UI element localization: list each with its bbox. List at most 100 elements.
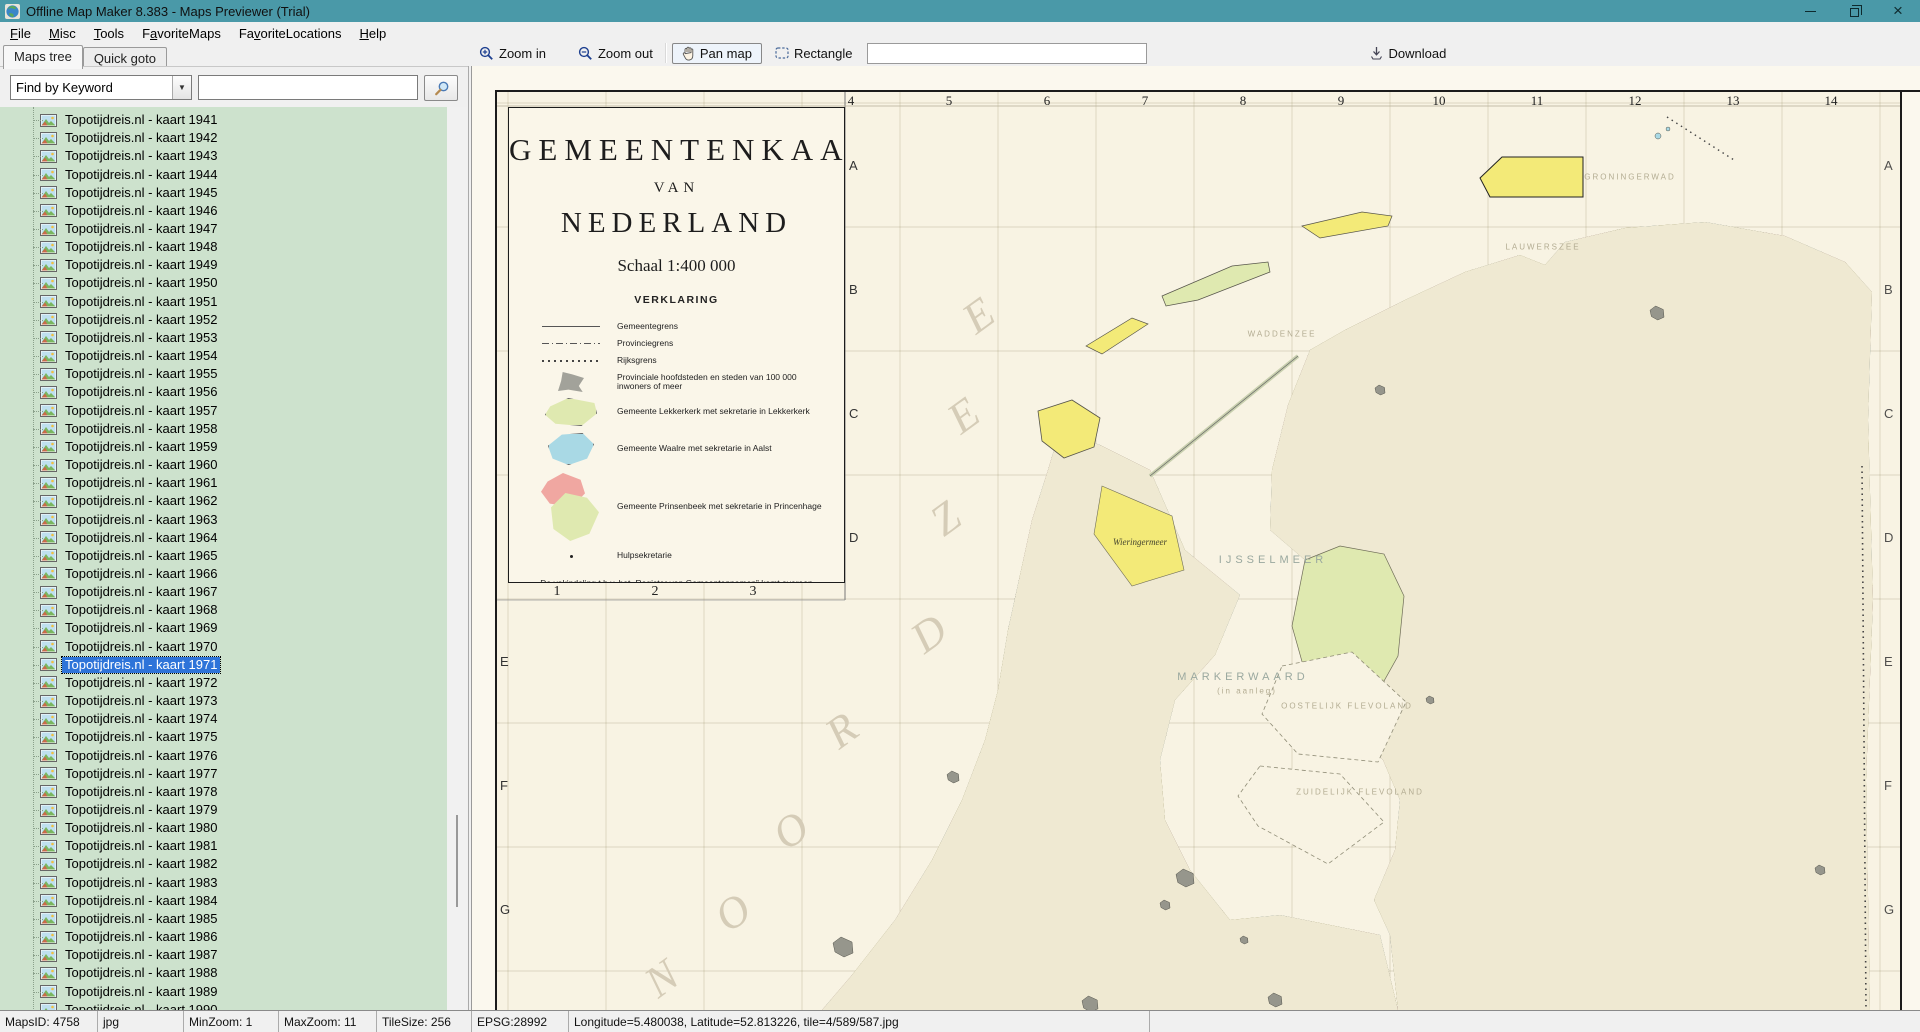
search-button[interactable] [424, 75, 458, 101]
map-canvas[interactable]: GEMEENTENKAART VAN NEDERLAND Schaal 1:40… [472, 66, 1920, 1010]
tree-item[interactable]: Topotijdreis.nl - kaart 1942 [0, 129, 447, 147]
tree-item-label: Topotijdreis.nl - kaart 1965 [62, 548, 220, 564]
tree-item-label: Topotijdreis.nl - kaart 1971 [62, 657, 220, 673]
legend-rows: GemeentegrensProvinciegrensRijksgrensPro… [509, 318, 844, 567]
tree-item[interactable]: Topotijdreis.nl - kaart 1974 [0, 710, 447, 728]
tree-item[interactable]: Topotijdreis.nl - kaart 1962 [0, 492, 447, 510]
scrollbar-thumb[interactable] [456, 815, 458, 907]
map-label: ZUIDELIJK FLEVOLAND [1296, 788, 1424, 797]
tree-item[interactable]: Topotijdreis.nl - kaart 1980 [0, 819, 447, 837]
tree-item[interactable]: Topotijdreis.nl - kaart 1945 [0, 184, 447, 202]
menu-help[interactable]: Help [351, 24, 394, 43]
tree-item[interactable]: Topotijdreis.nl - kaart 1959 [0, 438, 447, 456]
tree-item[interactable]: Topotijdreis.nl - kaart 1963 [0, 510, 447, 528]
tree-item[interactable]: Topotijdreis.nl - kaart 1987 [0, 946, 447, 964]
menu-file[interactable]: File [2, 24, 39, 43]
map-layer-icon [40, 876, 57, 889]
tree-item[interactable]: Topotijdreis.nl - kaart 1957 [0, 402, 447, 420]
legend-sample-line-dashdot [525, 343, 617, 344]
tree-item[interactable]: Topotijdreis.nl - kaart 1964 [0, 529, 447, 547]
tree-item[interactable]: Topotijdreis.nl - kaart 1981 [0, 837, 447, 855]
legend-scale: Schaal 1:400 000 [509, 256, 844, 276]
legend-sample-city-blob [525, 372, 617, 392]
pan-map-button[interactable]: Pan map [672, 43, 762, 64]
sidebar-tabs: Maps treeQuick goto [0, 44, 472, 68]
tree-item[interactable]: Topotijdreis.nl - kaart 1948 [0, 238, 447, 256]
rectangle-button[interactable]: Rectangle [768, 43, 860, 64]
search-input[interactable] [198, 75, 418, 100]
tab-maps-tree[interactable]: Maps tree [3, 45, 83, 69]
tree-item[interactable]: Topotijdreis.nl - kaart 1986 [0, 928, 447, 946]
legend-row: Gemeente Lekkerkerk met sekretarie in Le… [525, 395, 830, 429]
tree-item-label: Topotijdreis.nl - kaart 1986 [62, 929, 220, 945]
tree-item[interactable]: Topotijdreis.nl - kaart 1969 [0, 619, 447, 637]
tree-item[interactable]: Topotijdreis.nl - kaart 1951 [0, 293, 447, 311]
tree-item[interactable]: Topotijdreis.nl - kaart 1971 [0, 656, 447, 674]
tree-item[interactable]: Topotijdreis.nl - kaart 1982 [0, 855, 447, 873]
tree-item[interactable]: Topotijdreis.nl - kaart 1979 [0, 801, 447, 819]
chevron-down-icon[interactable]: ▼ [172, 76, 191, 99]
zoom-in-button[interactable]: Zoom in [472, 43, 553, 64]
tree-item[interactable]: Topotijdreis.nl - kaart 1960 [0, 456, 447, 474]
map-layer-icon [40, 713, 57, 726]
tree-item[interactable]: Topotijdreis.nl - kaart 1966 [0, 565, 447, 583]
toolbar-input[interactable] [867, 43, 1147, 64]
legend-footnote: De vakindeling t.b.v. het „Register van … [509, 577, 844, 583]
tree-item[interactable]: Topotijdreis.nl - kaart 1946 [0, 202, 447, 220]
tree-item[interactable]: Topotijdreis.nl - kaart 1968 [0, 601, 447, 619]
tree-item[interactable]: Topotijdreis.nl - kaart 1989 [0, 983, 447, 1001]
grid-letter: E [1884, 654, 1893, 669]
map-layer-icon [40, 731, 57, 744]
tree-item[interactable]: Topotijdreis.nl - kaart 1975 [0, 728, 447, 746]
map-layer-icon [40, 640, 57, 653]
tree-item-label: Topotijdreis.nl - kaart 1987 [62, 947, 220, 963]
close-button[interactable]: × [1876, 0, 1920, 22]
tree-item[interactable]: Topotijdreis.nl - kaart 1943 [0, 147, 447, 165]
menu-tools[interactable]: Tools [86, 24, 132, 43]
tree-item-label: Topotijdreis.nl - kaart 1972 [62, 675, 220, 691]
map-layer-icon [40, 822, 57, 835]
status-segment: EPSG:28992 [472, 1011, 569, 1032]
tree-item[interactable]: Topotijdreis.nl - kaart 1970 [0, 638, 447, 656]
tree-item[interactable]: Topotijdreis.nl - kaart 1941 [0, 111, 447, 129]
menu-misc[interactable]: Misc [41, 24, 84, 43]
tree-item[interactable]: Topotijdreis.nl - kaart 1976 [0, 746, 447, 764]
tree-item[interactable]: Topotijdreis.nl - kaart 1961 [0, 474, 447, 492]
tree-item[interactable]: Topotijdreis.nl - kaart 1955 [0, 365, 447, 383]
tree-item[interactable]: Topotijdreis.nl - kaart 1947 [0, 220, 447, 238]
tree-item[interactable]: Topotijdreis.nl - kaart 1949 [0, 256, 447, 274]
tree-item[interactable]: Topotijdreis.nl - kaart 1952 [0, 311, 447, 329]
download-button[interactable]: Download [1363, 43, 1453, 64]
zoom-out-button[interactable]: Zoom out [571, 43, 660, 64]
map-label: MARKERWAARD [1177, 671, 1308, 683]
tree-item[interactable]: Topotijdreis.nl - kaart 1984 [0, 892, 447, 910]
tree-item[interactable]: Topotijdreis.nl - kaart 1977 [0, 765, 447, 783]
tree-item[interactable]: Topotijdreis.nl - kaart 1965 [0, 547, 447, 565]
map-layer-icon [40, 277, 57, 290]
tree-item[interactable]: Topotijdreis.nl - kaart 1958 [0, 420, 447, 438]
sidebar-scrollbar[interactable] [447, 107, 467, 1011]
tree-item-label: Topotijdreis.nl - kaart 1982 [62, 856, 220, 872]
tree-item[interactable]: Topotijdreis.nl - kaart 1967 [0, 583, 447, 601]
status-segment: MinZoom: 1 [184, 1011, 279, 1032]
tree-item[interactable]: Topotijdreis.nl - kaart 1944 [0, 165, 447, 183]
tree-item[interactable]: Topotijdreis.nl - kaart 1973 [0, 692, 447, 710]
tree-item[interactable]: Topotijdreis.nl - kaart 1972 [0, 674, 447, 692]
tree-item[interactable]: Topotijdreis.nl - kaart 1988 [0, 964, 447, 982]
restore-button[interactable] [1832, 0, 1876, 22]
tree-item-label: Topotijdreis.nl - kaart 1957 [62, 403, 220, 419]
menu-favoritemaps[interactable]: FavoriteMaps [134, 24, 229, 43]
tree-item[interactable]: Topotijdreis.nl - kaart 1950 [0, 274, 447, 292]
tree-item[interactable]: Topotijdreis.nl - kaart 1953 [0, 329, 447, 347]
tree-item[interactable]: Topotijdreis.nl - kaart 1983 [0, 874, 447, 892]
tree-item-label: Topotijdreis.nl - kaart 1979 [62, 802, 220, 818]
tree-item[interactable]: Topotijdreis.nl - kaart 1978 [0, 783, 447, 801]
menu-favoritelocations[interactable]: FavoriteLocations [231, 24, 350, 43]
tree-item[interactable]: Topotijdreis.nl - kaart 1956 [0, 383, 447, 401]
minimize-button[interactable] [1788, 0, 1832, 22]
find-mode-dropdown[interactable]: Find by Keyword ▼ [10, 75, 192, 100]
tree-item[interactable]: Topotijdreis.nl - kaart 1954 [0, 347, 447, 365]
tree-item-label: Topotijdreis.nl - kaart 1989 [62, 984, 220, 1000]
map-layer-icon [40, 259, 57, 272]
tree-item[interactable]: Topotijdreis.nl - kaart 1985 [0, 910, 447, 928]
